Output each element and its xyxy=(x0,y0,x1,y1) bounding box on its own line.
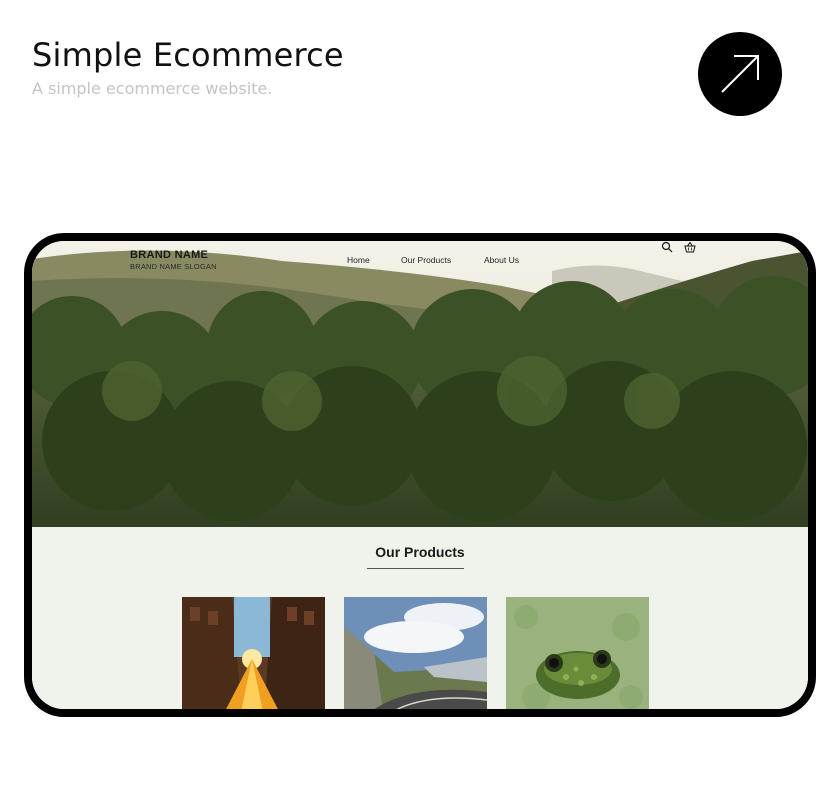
product-card-2[interactable] xyxy=(344,597,487,709)
hero-section: BRAND NAME BRAND NAME SLOGAN Home Our Pr… xyxy=(32,241,808,527)
site-navbar: BRAND NAME BRAND NAME SLOGAN Home Our Pr… xyxy=(32,241,808,281)
frog-in-algae-image xyxy=(506,597,649,709)
forest-mountains-image xyxy=(32,241,808,527)
page-title: Simple Ecommerce xyxy=(32,36,344,74)
city-street-sunset-image xyxy=(182,597,325,709)
nav-link-about-us[interactable]: About Us xyxy=(484,255,519,265)
device-frame: BRAND NAME BRAND NAME SLOGAN Home Our Pr… xyxy=(24,233,816,717)
product-card-3[interactable] xyxy=(506,597,649,709)
mountain-road-image xyxy=(344,597,487,709)
brand-logo[interactable]: BRAND NAME BRAND NAME SLOGAN xyxy=(130,249,217,271)
basket-icon[interactable] xyxy=(684,241,696,253)
website-preview: BRAND NAME BRAND NAME SLOGAN Home Our Pr… xyxy=(32,241,808,709)
brand-slogan: BRAND NAME SLOGAN xyxy=(130,262,217,271)
nav-link-home[interactable]: Home xyxy=(347,255,370,265)
product-card-1[interactable] xyxy=(182,597,325,709)
products-heading: Our Products xyxy=(375,544,465,560)
page-subtitle: A simple ecommerce website. xyxy=(32,79,273,98)
open-project-button[interactable] xyxy=(698,32,782,116)
search-icon[interactable] xyxy=(661,241,673,253)
arrow-up-right-icon xyxy=(721,55,759,93)
heading-underline xyxy=(367,568,464,569)
nav-link-our-products[interactable]: Our Products xyxy=(401,255,451,265)
products-section: Our Products xyxy=(32,527,808,709)
brand-name: BRAND NAME xyxy=(130,249,209,261)
